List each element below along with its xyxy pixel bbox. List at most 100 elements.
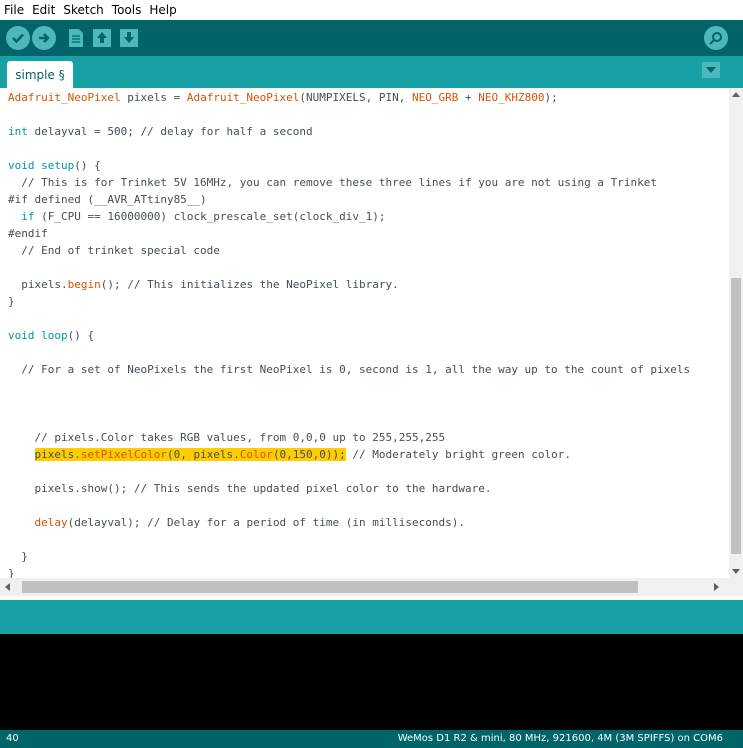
code-token: delay xyxy=(34,516,68,529)
code-line[interactable] xyxy=(8,259,690,276)
code-token: } xyxy=(8,295,15,308)
open-arrow-up-icon xyxy=(93,29,111,47)
code-token: Adafruit_NeoPixel xyxy=(8,91,121,104)
console-output[interactable] xyxy=(0,634,743,730)
code-line[interactable] xyxy=(8,531,690,548)
code-token: begin xyxy=(67,278,101,291)
code-line[interactable]: void setup() { xyxy=(8,157,690,174)
code-token: (F_CPU == 16000000) clock_prescale_set(c… xyxy=(34,210,386,223)
code-token: setPixelColor xyxy=(80,448,167,461)
horizontal-scroll-thumb[interactable] xyxy=(22,581,638,593)
code-token: // This initializes the NeoPixel library… xyxy=(127,278,399,291)
horizontal-scrollbar[interactable] xyxy=(0,578,729,596)
code-token: + xyxy=(458,91,479,104)
code-token: // This sends the updated pixel color to… xyxy=(133,482,492,495)
code-line[interactable] xyxy=(8,344,690,361)
code-line[interactable]: pixels.begin(); // This initializes the … xyxy=(8,276,690,293)
code-line[interactable]: } xyxy=(8,293,690,310)
code-line[interactable]: delay(delayval); // Delay for a period o… xyxy=(8,514,690,531)
scroll-down-icon[interactable] xyxy=(732,569,740,574)
new-button[interactable] xyxy=(64,26,88,50)
code-line[interactable] xyxy=(8,378,690,395)
code-line[interactable]: // pixels.Color takes RGB values, from 0… xyxy=(8,429,690,446)
code-line[interactable]: } xyxy=(8,565,690,578)
code-token: void xyxy=(8,329,35,342)
code-line[interactable]: if (F_CPU == 16000000) clock_prescale_se… xyxy=(8,208,690,225)
code-token: (NUMPIXELS, PIN, xyxy=(299,91,413,104)
tab-menu-button[interactable] xyxy=(702,62,720,78)
code-token: (0,150,0)); xyxy=(272,448,346,461)
code-line[interactable]: #if defined (__AVR_ATtiny85__) xyxy=(8,191,690,208)
code-line[interactable]: // End of trinket special code xyxy=(8,242,690,259)
code-token: int xyxy=(8,125,28,138)
code-token: if xyxy=(21,210,35,223)
open-button[interactable] xyxy=(90,26,114,50)
code-token: pixels = xyxy=(120,91,187,104)
code-line[interactable] xyxy=(8,412,690,429)
code-line[interactable]: pixels.show(); // This sends the updated… xyxy=(8,480,690,497)
vertical-scrollbar[interactable] xyxy=(729,88,743,578)
code-line[interactable]: } xyxy=(8,548,690,565)
code-token: NEO_KHZ800 xyxy=(478,91,545,104)
code-token: // Moderately bright green color. xyxy=(352,448,571,461)
code-line[interactable] xyxy=(8,106,690,123)
scroll-corner xyxy=(729,578,743,596)
code-token: loop xyxy=(41,329,68,342)
code-token: #endif xyxy=(8,227,48,240)
code-token: // For a set of NeoPixels the first NeoP… xyxy=(8,363,691,376)
board-info: WeMos D1 R2 & mini, 80 MHz, 921600, 4M (… xyxy=(397,733,723,744)
code-line[interactable] xyxy=(8,140,690,157)
line-number: 40 xyxy=(6,733,19,744)
tab-simple[interactable]: simple § xyxy=(7,61,73,88)
code-token: // Delay for a period of time (in millis… xyxy=(147,516,465,529)
code-token: // This is for Trinket 5V 16MHz, you can… xyxy=(8,176,658,189)
code-line[interactable]: // For a set of NeoPixels the first NeoP… xyxy=(8,361,690,378)
code-token: pixels. xyxy=(8,278,68,291)
code-line[interactable]: pixels.setPixelColor(0, pixels.Color(0,1… xyxy=(8,446,690,463)
code-text[interactable]: Adafruit_NeoPixel pixels = Adafruit_NeoP… xyxy=(8,89,690,578)
verify-button[interactable] xyxy=(6,26,30,50)
code-token: Adafruit_NeoPixel xyxy=(186,91,300,104)
code-token: // pixels.Color takes RGB values, from 0… xyxy=(8,431,446,444)
code-editor[interactable]: Adafruit_NeoPixel pixels = Adafruit_NeoP… xyxy=(0,88,729,578)
menu-tools[interactable]: Tools xyxy=(112,3,142,17)
code-line[interactable] xyxy=(8,463,690,480)
code-token: (); xyxy=(100,278,128,291)
code-token: delayval = 500; xyxy=(27,125,141,138)
new-file-icon xyxy=(69,29,83,47)
code-line[interactable] xyxy=(8,310,690,327)
code-token: setup xyxy=(41,159,75,172)
chevron-down-icon xyxy=(706,67,716,73)
menu-file[interactable]: File xyxy=(4,3,24,17)
code-line[interactable]: int delayval = 500; // delay for half a … xyxy=(8,123,690,140)
code-token: // End of trinket special code xyxy=(8,244,220,257)
code-line[interactable]: // This is for Trinket 5V 16MHz, you can… xyxy=(8,174,690,191)
code-line[interactable] xyxy=(8,497,690,514)
message-area xyxy=(0,600,743,634)
code-token: pixels.show(); xyxy=(8,482,134,495)
code-token: } xyxy=(8,567,15,578)
vertical-scroll-thumb[interactable] xyxy=(731,278,741,554)
serial-monitor-button[interactable] xyxy=(704,26,728,50)
arrow-right-icon xyxy=(39,33,50,43)
code-line[interactable]: #endif xyxy=(8,225,690,242)
menu-help[interactable]: Help xyxy=(149,3,176,17)
code-token: NEO_GRB xyxy=(412,91,459,104)
menu-sketch[interactable]: Sketch xyxy=(63,3,103,17)
save-button[interactable] xyxy=(117,26,141,50)
code-token: (0, pixels. xyxy=(166,448,240,461)
code-token: (delayval); xyxy=(67,516,148,529)
scroll-left-icon[interactable] xyxy=(5,583,10,591)
code-token: () { xyxy=(67,329,95,342)
code-token: } xyxy=(8,550,28,563)
code-line[interactable]: Adafruit_NeoPixel pixels = Adafruit_NeoP… xyxy=(8,89,690,106)
upload-button[interactable] xyxy=(32,26,56,50)
code-line[interactable]: void loop() { xyxy=(8,327,690,344)
scroll-right-icon[interactable] xyxy=(714,583,719,591)
menu-edit[interactable]: Edit xyxy=(32,3,55,17)
code-line[interactable] xyxy=(8,395,690,412)
scroll-up-icon[interactable] xyxy=(732,92,740,97)
